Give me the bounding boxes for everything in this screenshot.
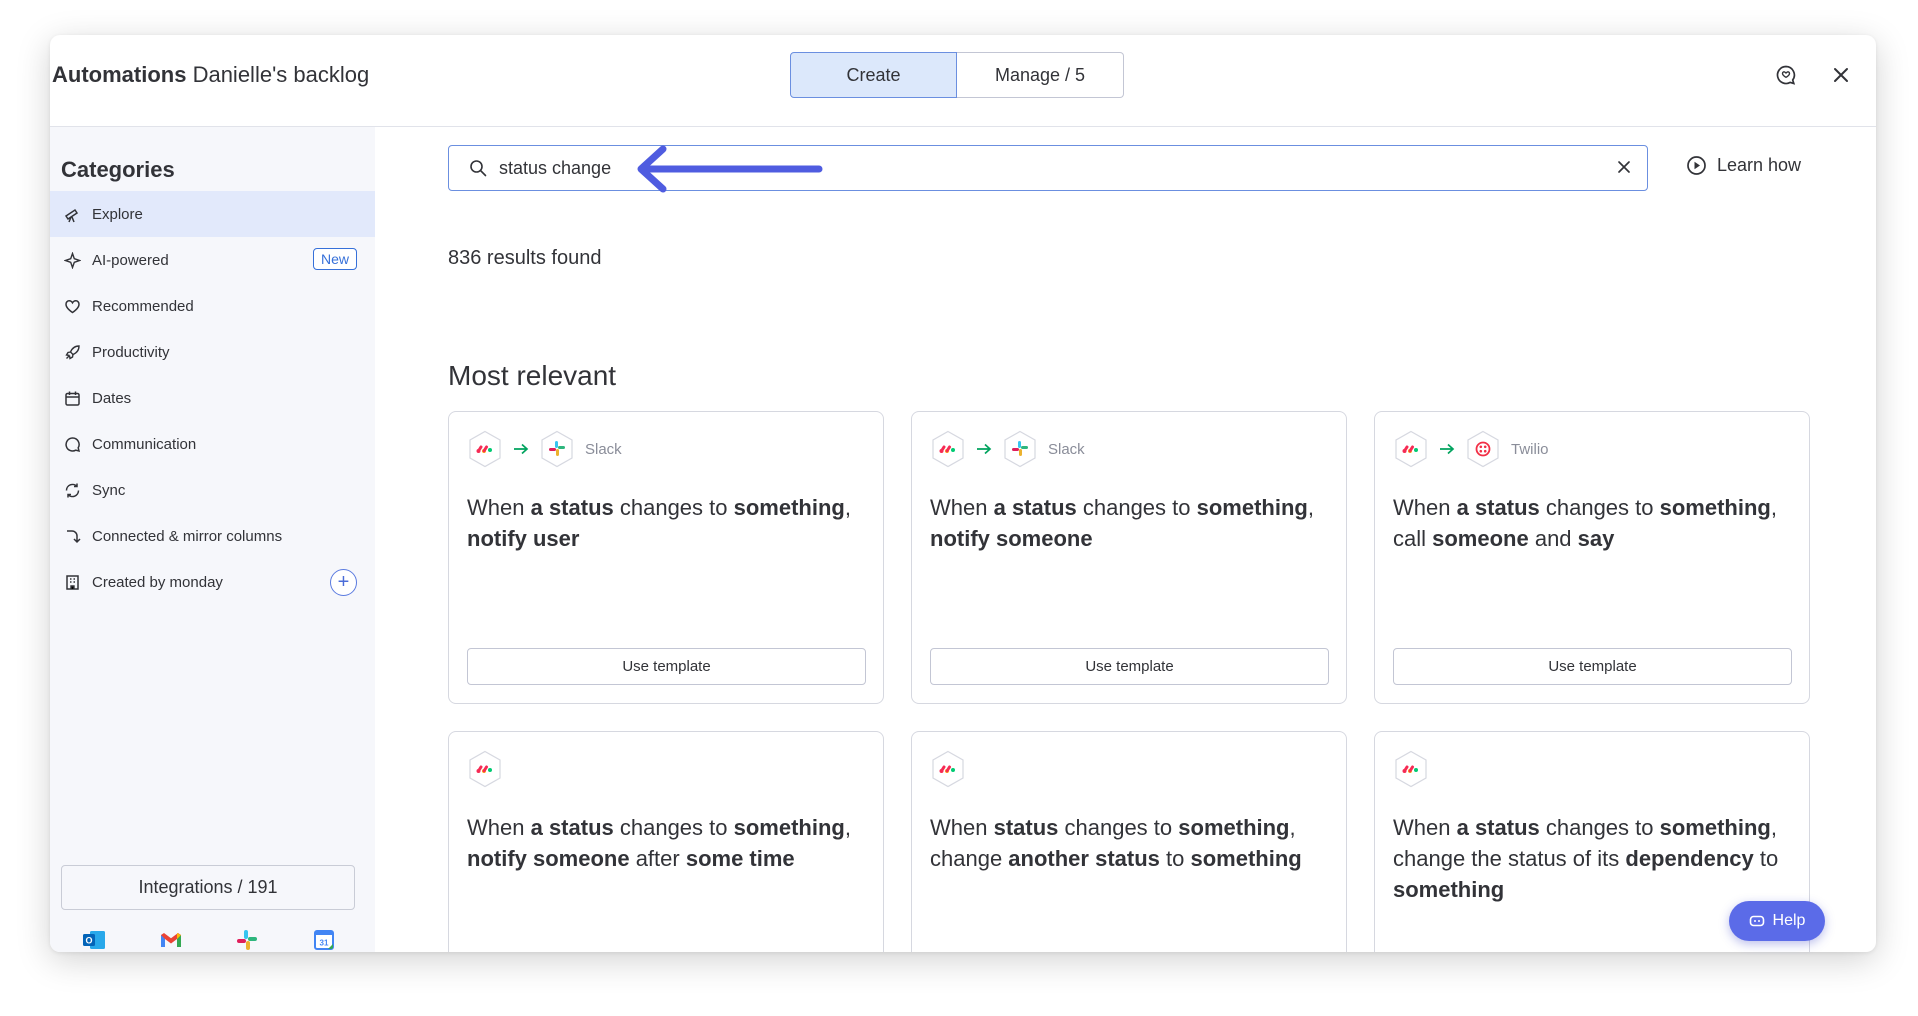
svg-text:31: 31 — [320, 939, 329, 948]
template-card[interactable]: Slack When a status changes to something… — [911, 411, 1347, 704]
automations-window: Automations Danielle's backlog Create Ma… — [50, 35, 1876, 952]
template-card[interactable]: Twilio When a status changes to somethin… — [1374, 411, 1810, 704]
card-description: When a status changes to something, noti… — [930, 495, 1314, 551]
category-label: Communication — [92, 435, 197, 453]
monday-icon — [467, 430, 503, 468]
window-title: Automations Danielle's backlog — [52, 62, 369, 88]
categories-title: Categories — [61, 157, 175, 182]
arrow-right-icon — [513, 443, 529, 455]
category-communication[interactable]: Communication — [50, 421, 375, 467]
card-icons — [1393, 750, 1429, 788]
category-label: Connected & mirror columns — [92, 527, 283, 545]
card-description: When a status changes to something, noti… — [467, 495, 851, 551]
category-connected-mirror[interactable]: Connected & mirror columns — [50, 513, 375, 559]
use-template-button[interactable]: Use template — [1393, 648, 1792, 685]
gmail-icon[interactable] — [158, 927, 184, 952]
card-icons — [930, 750, 966, 788]
results-count: 836 results found — [448, 247, 602, 269]
use-template-button[interactable]: Use template — [930, 648, 1329, 685]
category-label: AI-powered — [92, 251, 169, 269]
mode-tabs: Create Manage / 5 — [790, 52, 1124, 98]
tab-manage[interactable]: Manage / 5 — [957, 52, 1124, 98]
category-label: Recommended — [92, 297, 194, 315]
category-recommended[interactable]: Recommended — [50, 283, 375, 329]
category-label: Dates — [92, 389, 132, 407]
add-icon[interactable]: + — [330, 569, 357, 596]
learn-how-link[interactable]: Learn how — [1686, 155, 1801, 176]
sync-icon — [63, 481, 81, 499]
feedback-icon[interactable] — [1774, 63, 1798, 87]
slack-icon — [539, 430, 575, 468]
category-label: Productivity — [92, 343, 170, 361]
main-content: Learn how 836 results found Most relevan… — [375, 127, 1876, 952]
learn-how-label: Learn how — [1717, 155, 1802, 175]
category-explore[interactable]: Explore — [50, 191, 375, 237]
use-template-button[interactable]: Use template — [467, 648, 866, 685]
help-button[interactable]: Help — [1729, 901, 1825, 941]
slack-icon[interactable] — [234, 927, 260, 952]
card-description: When status changes to something, change… — [930, 815, 1302, 871]
category-label: Created by monday — [92, 573, 223, 591]
title-board: Danielle's backlog — [192, 62, 370, 87]
twilio-icon — [1465, 430, 1501, 468]
slack-icon — [1002, 430, 1038, 468]
category-created-by-monday[interactable]: Created by monday + — [50, 559, 375, 605]
tab-create[interactable]: Create — [790, 52, 957, 98]
integrations-button[interactable]: Integrations / 191 — [61, 865, 355, 910]
play-circle-icon — [1686, 155, 1707, 176]
rocket-icon — [63, 343, 81, 361]
category-dates[interactable]: Dates — [50, 375, 375, 421]
card-description: When a status changes to something, chan… — [1393, 815, 1779, 902]
telescope-icon — [63, 205, 81, 223]
category-sync[interactable]: Sync — [50, 467, 375, 513]
card-icons: Slack — [467, 430, 622, 468]
svg-text:O: O — [85, 936, 92, 946]
outlook-icon[interactable]: O — [81, 927, 107, 952]
card-icons: Twilio — [1393, 430, 1549, 468]
clear-search-icon[interactable] — [1617, 160, 1631, 174]
building-icon — [63, 573, 81, 591]
card-icons: Slack — [930, 430, 1085, 468]
app-name: Slack — [1048, 440, 1085, 458]
card-description: When a status changes to something, noti… — [467, 815, 851, 871]
search-icon — [469, 159, 487, 177]
monday-icon — [930, 750, 966, 788]
header: Automations Danielle's backlog Create Ma… — [50, 35, 1876, 127]
calendar-icon — [63, 389, 81, 407]
chat-bubble-icon — [63, 435, 81, 453]
monday-icon — [1393, 430, 1429, 468]
monday-icon — [1393, 750, 1429, 788]
monday-icon — [930, 430, 966, 468]
integration-icons: O 31 — [50, 927, 375, 952]
close-icon[interactable] — [1829, 63, 1853, 87]
monday-icon — [467, 750, 503, 788]
sparkle-icon — [63, 251, 81, 269]
heart-icon — [63, 297, 81, 315]
template-card[interactable]: When status changes to something, change… — [911, 731, 1347, 952]
connect-icon — [63, 527, 81, 545]
help-label: Help — [1772, 912, 1806, 929]
section-title: Most relevant — [448, 360, 617, 391]
arrow-right-icon — [1439, 443, 1455, 455]
category-ai-powered[interactable]: AI-powered New — [50, 237, 375, 283]
card-description: When a status changes to something, call… — [1393, 495, 1777, 551]
template-card[interactable]: When a status changes to something, noti… — [448, 731, 884, 952]
search-input[interactable] — [499, 157, 1599, 179]
new-badge: New — [312, 248, 357, 270]
category-list: Explore AI-powered New Recommended Produ… — [50, 191, 375, 605]
arrow-right-icon — [976, 443, 992, 455]
search-box[interactable] — [448, 145, 1648, 191]
app-name: Twilio — [1511, 440, 1549, 458]
category-productivity[interactable]: Productivity — [50, 329, 375, 375]
help-icon — [1749, 914, 1765, 928]
category-label: Sync — [92, 481, 126, 499]
google-calendar-icon[interactable]: 31 — [311, 927, 337, 952]
template-card[interactable]: Slack When a status changes to something… — [448, 411, 884, 704]
app-name: Slack — [585, 440, 622, 458]
card-icons — [467, 750, 503, 788]
title-app: Automations — [52, 62, 187, 87]
sidebar: Categories Explore AI-powered New Recomm… — [50, 127, 375, 952]
category-label: Explore — [92, 205, 143, 223]
